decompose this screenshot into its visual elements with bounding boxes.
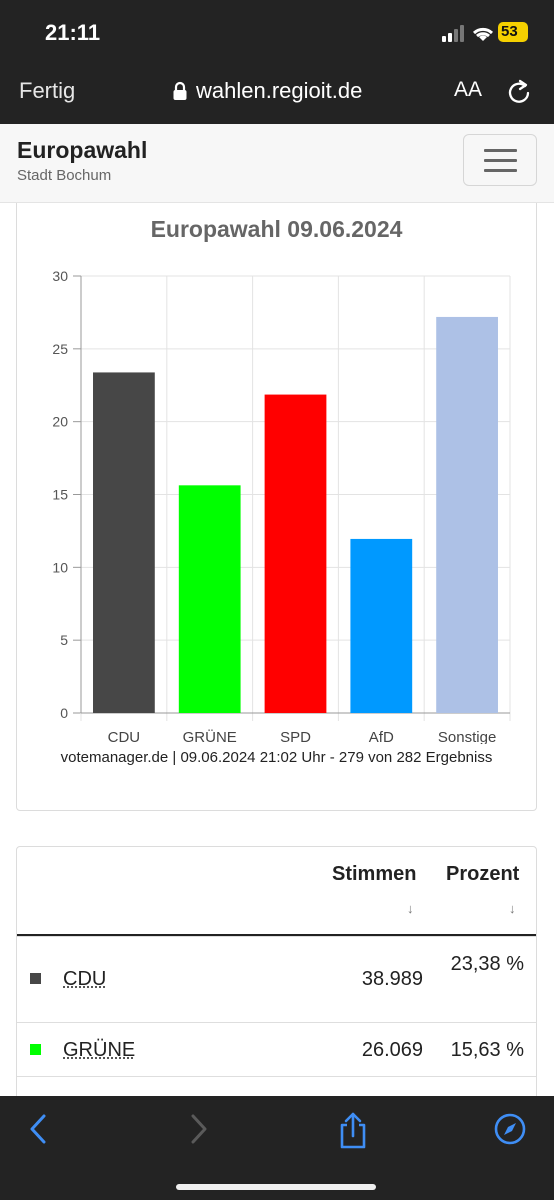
page-content[interactable]: Europawahl 09.06.2024 051015202530CDU23,…	[0, 203, 554, 1096]
page-title: Europawahl	[17, 137, 148, 163]
chevron-right-icon	[191, 1114, 207, 1144]
compass-icon	[494, 1113, 526, 1145]
sort-percent-icon[interactable]: ↓	[509, 901, 516, 916]
x-tick-label: Sonstige	[438, 729, 496, 744]
party-color-swatch	[30, 973, 41, 984]
y-tick-label: 10	[52, 559, 68, 575]
page-subtitle: Stadt Bochum	[17, 167, 112, 184]
bar-cdu	[93, 372, 155, 713]
bar-spd	[264, 394, 327, 713]
done-button[interactable]: Fertig	[19, 78, 75, 104]
bar-afd	[350, 538, 413, 713]
y-tick-label: 15	[52, 487, 68, 503]
bar-sonstige	[436, 316, 498, 713]
chart-card: Europawahl 09.06.2024 051015202530CDU23,…	[16, 203, 537, 811]
party-link-cdu[interactable]: CDU	[63, 968, 106, 991]
back-button[interactable]	[22, 1112, 56, 1146]
y-tick-label: 30	[52, 268, 68, 284]
text-size-label: AA	[454, 78, 483, 101]
votes-value: 26.069	[361, 1039, 423, 1061]
battery-icon: 53	[498, 22, 528, 42]
url-text: wahlen.regioit.de	[196, 78, 363, 103]
bar-chart: 051015202530CDU23,38 %GRÜNE15,63 %SPD21,…	[52, 268, 511, 744]
menu-button[interactable]	[463, 134, 537, 186]
percent-value: 23,38 %	[450, 953, 524, 975]
column-header-percent[interactable]: Prozent	[446, 863, 519, 886]
column-header-votes[interactable]: Stimmen	[332, 863, 416, 886]
y-tick-label: 20	[52, 414, 68, 430]
battery-level: 53	[501, 23, 518, 40]
chevron-left-icon	[30, 1114, 46, 1144]
text-size-button[interactable]: AA	[454, 78, 482, 102]
votes-value: 38.989	[361, 968, 423, 990]
bar-grne	[178, 485, 241, 713]
table-row: GRÜNE 26.069 15,63 %	[17, 1022, 536, 1077]
results-table: Stimmen Prozent ↓ ↓ CDU 38.989 23,38 % G…	[16, 846, 537, 1096]
chart-source: votemanager.de | 09.06.2024 21:02 Uhr - …	[60, 749, 493, 766]
forward-button[interactable]	[181, 1112, 215, 1146]
wifi-icon	[472, 27, 494, 41]
browser-toolbar	[0, 1096, 554, 1200]
browser-url-bar: Fertig wahlen.regioit.de AA	[0, 62, 554, 124]
table-row: CDU 38.989 23,38 %	[17, 936, 536, 1023]
x-tick-label: GRÜNE	[183, 728, 237, 744]
site-header: Europawahl Stadt Bochum	[0, 124, 554, 203]
share-icon	[340, 1112, 366, 1149]
lock-icon	[173, 81, 187, 100]
party-color-swatch	[30, 1044, 41, 1055]
x-tick-label: AfD	[369, 729, 394, 744]
status-time: 21:11	[45, 20, 101, 45]
table-row	[17, 1076, 536, 1096]
open-in-safari-button[interactable]	[493, 1112, 527, 1146]
party-link-gruene[interactable]: GRÜNE	[63, 1039, 135, 1062]
percent-value: 15,63 %	[450, 1039, 524, 1061]
y-tick-label: 0	[60, 705, 68, 721]
address-field[interactable]: wahlen.regioit.de	[172, 76, 362, 106]
reload-icon	[508, 79, 530, 103]
share-button[interactable]	[336, 1112, 370, 1149]
home-indicator	[176, 1184, 376, 1190]
x-tick-label: SPD	[280, 729, 311, 744]
y-tick-label: 25	[52, 341, 68, 357]
x-tick-label: CDU	[108, 729, 141, 744]
reload-button[interactable]	[506, 78, 532, 111]
y-tick-label: 5	[60, 632, 68, 648]
status-bar: 21:11 53	[0, 0, 554, 62]
sort-votes-icon[interactable]: ↓	[407, 901, 414, 916]
